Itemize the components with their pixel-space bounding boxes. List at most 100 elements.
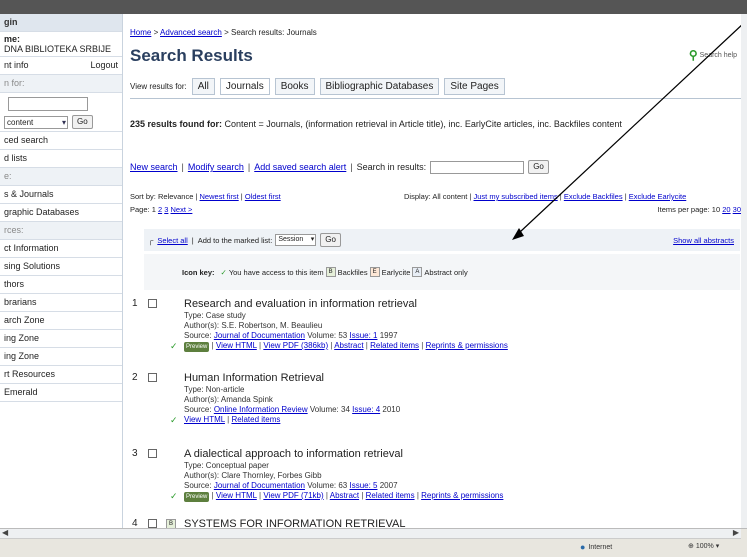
sidebar-browse-databases[interactable]: graphic Databases	[0, 204, 122, 222]
result-source-label: Source:	[184, 331, 212, 340]
sidebar-resource-item[interactable]: thors	[0, 276, 122, 294]
sidebar-name-label: me:	[4, 34, 21, 44]
sidebar-advanced-search[interactable]: ced search	[0, 132, 122, 150]
search-in-results-go[interactable]: Go	[528, 160, 549, 174]
view-html-link[interactable]: View HTML	[184, 415, 225, 424]
session-select[interactable]: Session ▾	[275, 234, 317, 246]
result-actions: ✓ Preview | View HTML | View PDF (386kb)…	[170, 341, 508, 352]
result-issue-link[interactable]: Issue: 1	[349, 331, 377, 340]
search-help-label: Search help	[699, 51, 737, 59]
abstract-link[interactable]: Abstract	[334, 341, 363, 350]
sidebar-resource-item[interactable]: rt Resources	[0, 366, 122, 384]
new-search-link[interactable]: New search	[130, 162, 178, 172]
sidebar-go-button[interactable]: Go	[72, 115, 93, 129]
result-authors: Author(s): Amanda Spink	[184, 395, 273, 404]
result-checkbox[interactable]	[148, 373, 157, 382]
result-issue-link[interactable]: Issue: 5	[349, 481, 377, 490]
help-search-icon: ⚲	[688, 48, 698, 62]
sidebar-resource-item[interactable]: Emerald	[0, 384, 122, 402]
select-all-link[interactable]: Select all	[157, 236, 187, 245]
related-items-link[interactable]: Related items	[366, 491, 415, 500]
breadcrumb-current: Search results: Journals	[230, 28, 317, 37]
modify-search-link[interactable]: Modify search	[188, 162, 244, 172]
result-journal-link[interactable]: Journal of Documentation	[214, 481, 305, 490]
add-alert-link[interactable]: Add saved search alert	[254, 162, 346, 172]
sidebar-resource-item[interactable]: brarians	[0, 294, 122, 312]
horizontal-scrollbar[interactable]: ◀ ▶	[0, 528, 741, 539]
next-page-link[interactable]: Next >	[171, 205, 193, 214]
tab-books[interactable]: Books	[274, 78, 315, 95]
view-html-link[interactable]: View HTML	[216, 341, 257, 350]
reprints-link[interactable]: Reprints & permissions	[421, 491, 503, 500]
related-items-link[interactable]: Related items	[370, 341, 419, 350]
sidebar-browse-journals[interactable]: s & Journals	[0, 186, 122, 204]
result-checkbox[interactable]	[148, 449, 157, 458]
scroll-right-icon[interactable]: ▶	[733, 528, 739, 537]
vertical-scrollbar[interactable]	[741, 14, 747, 528]
zone-indicator: ● Internet	[580, 542, 612, 552]
tab-bibliographic-databases[interactable]: Bibliographic Databases	[319, 78, 440, 95]
result-title[interactable]: A dialectical approach to information re…	[184, 448, 734, 460]
sidebar-search-select[interactable]: content ▾	[4, 115, 68, 129]
sidebar-resource-item[interactable]: ct Information	[0, 240, 122, 258]
per-page-link[interactable]: 30	[733, 205, 741, 214]
sidebar-saved-lists[interactable]: d lists	[0, 150, 122, 168]
exclude-earlycite-link[interactable]: Exclude Earlycite	[629, 192, 687, 201]
page-link[interactable]: 3	[164, 205, 168, 214]
tab-all[interactable]: All	[191, 78, 215, 95]
sidebar-resource-item[interactable]: sing Solutions	[0, 258, 122, 276]
marked-go-button[interactable]: Go	[320, 233, 341, 247]
tabs-divider	[130, 98, 742, 99]
breadcrumb-advanced[interactable]: Advanced search	[160, 28, 222, 37]
sidebar-resource-item[interactable]: ing Zone	[0, 330, 122, 348]
result-journal-link[interactable]: Journal of Documentation	[214, 331, 305, 340]
result-source: Source: Online Information Review Volume…	[184, 405, 734, 415]
result-item: 3 A dialectical approach to information …	[128, 448, 738, 510]
page-link[interactable]: 2	[158, 205, 162, 214]
just-subscribed-link[interactable]: Just my subscribed items	[474, 192, 558, 201]
exclude-backfiles-link[interactable]: Exclude Backfiles	[564, 192, 623, 201]
per-page-link[interactable]: 20	[722, 205, 730, 214]
sidebar-logout[interactable]: Logout	[90, 57, 118, 74]
view-pdf-link[interactable]: View PDF (71kb)	[263, 491, 323, 500]
result-title[interactable]: SYSTEMS FOR INFORMATION RETRIEVAL	[184, 518, 734, 528]
result-checkbox[interactable]	[148, 299, 157, 308]
sort-newest[interactable]: Newest first	[200, 192, 239, 201]
result-volume: Volume: 34	[309, 405, 350, 414]
earlycite-badge-icon: E	[369, 267, 380, 277]
result-issue-link[interactable]: Issue: 4	[352, 405, 380, 414]
zoom-indicator[interactable]: ⊕ 100% ▾	[688, 542, 719, 551]
result-type: Type: Case study	[184, 311, 246, 320]
view-pdf-link[interactable]: View PDF (386kb)	[263, 341, 328, 350]
preview-button[interactable]: Preview	[184, 342, 210, 352]
result-title[interactable]: Human Information Retrieval	[184, 372, 734, 384]
sidebar-resource-item[interactable]: arch Zone	[0, 312, 122, 330]
scroll-left-icon[interactable]: ◀	[2, 528, 8, 537]
result-actions: ✓ View HTML | Related items	[170, 415, 281, 425]
items-per-page-label: Items per page:	[657, 205, 710, 214]
tab-journals[interactable]: Journals	[219, 78, 270, 95]
search-in-results-input[interactable]	[430, 160, 525, 174]
sidebar-search-heading: n for:	[0, 75, 122, 93]
tab-site-pages[interactable]: Site Pages	[444, 78, 505, 95]
abstract-link[interactable]: Abstract	[330, 491, 359, 500]
result-number: 1	[132, 298, 138, 309]
sort-oldest[interactable]: Oldest first	[245, 192, 281, 201]
breadcrumb-home[interactable]: Home	[130, 28, 151, 37]
sidebar-resource-item[interactable]: ing Zone	[0, 348, 122, 366]
results-summary: 235 results found for: Content = Journal…	[130, 119, 622, 129]
view-html-link[interactable]: View HTML	[216, 491, 257, 500]
preview-button[interactable]: Preview	[184, 492, 210, 502]
result-number: 2	[132, 372, 138, 383]
reprints-link[interactable]: Reprints & permissions	[426, 341, 508, 350]
result-item: 2 Human Information Retrieval Type: Non-…	[128, 372, 738, 432]
result-title[interactable]: Research and evaluation in information r…	[184, 298, 734, 310]
sidebar-search-input[interactable]	[8, 97, 88, 111]
sidebar-account-info[interactable]: nt info	[4, 57, 29, 74]
related-items-link[interactable]: Related items	[231, 415, 280, 424]
zone-label: Internet	[588, 543, 613, 551]
result-checkbox[interactable]	[148, 519, 157, 528]
result-journal-link[interactable]: Online Information Review	[214, 405, 308, 414]
search-help[interactable]: ⚲ Search help	[689, 48, 737, 62]
show-all-abstracts-link[interactable]: Show all abstracts	[673, 236, 734, 245]
